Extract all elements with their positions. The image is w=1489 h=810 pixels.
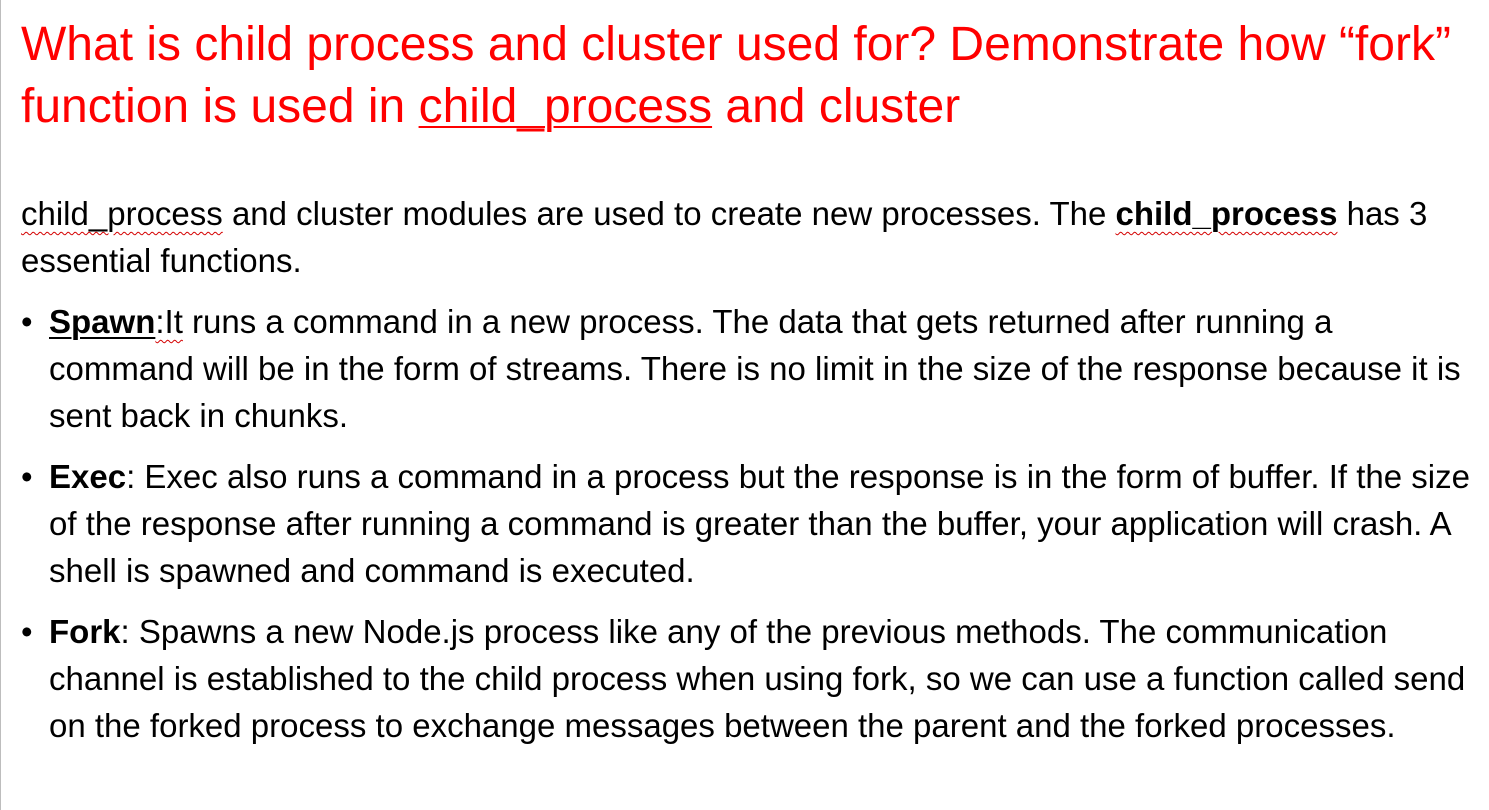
bullet-term-exec: Exec [49,458,127,495]
bullet-spawn: • Spawn:It runs a command in a new proces… [21,298,1476,439]
bullet-text-exec: Exec also runs a command in a process bu… [49,458,1470,589]
bullet-text-spawn: runs a command in a new process. The dat… [49,303,1461,434]
title-text-end: and cluster [712,80,961,133]
intro-term-child-process: child_process [21,195,223,232]
bullet-icon: • [21,458,33,495]
bullet-list: • Spawn:It runs a command in a new proces… [21,298,1476,749]
bullet-sep-spawn: :It [155,303,183,340]
bullet-term-fork: Fork [49,613,121,650]
title-child-process-term: child_process [418,80,713,133]
intro-text-1: and cluster modules are used to create n… [222,195,1116,232]
bullet-fork: • Fork: Spawns a new Node.js process like… [21,608,1476,749]
bullet-text-fork: Spawns a new Node.js process like any of… [49,613,1466,744]
bullet-icon: • [21,613,33,650]
intro-paragraph: child_process and cluster modules are us… [21,190,1476,284]
bullet-exec: • Exec: Exec also runs a command in a pro… [21,453,1476,594]
bullet-term-spawn: Spawn [49,303,156,340]
bullet-sep-fork: : [120,613,130,650]
slide-body: child_process and cluster modules are us… [21,190,1476,763]
bullet-icon: • [21,303,33,340]
slide-title: What is child process and cluster used f… [21,14,1461,138]
slide: What is child process and cluster used f… [0,0,1489,810]
bullet-sep-exec: : [126,458,136,495]
intro-term-child-process-bold: child_process [1115,195,1338,232]
